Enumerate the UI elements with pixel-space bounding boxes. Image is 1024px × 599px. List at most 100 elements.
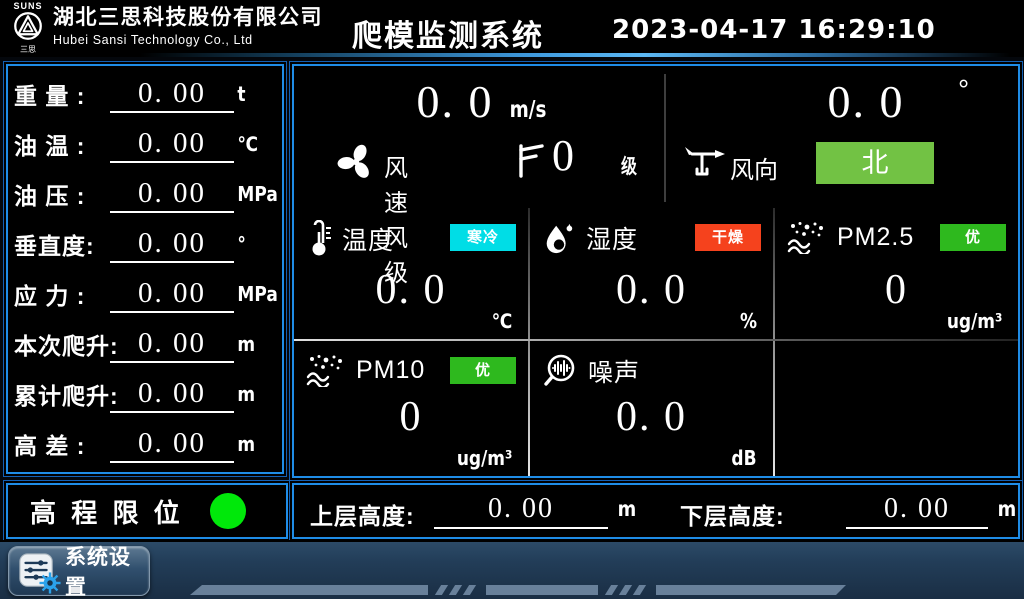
environment-panel: 0. 0 m/s 风速风级 0 级: [292, 64, 1020, 478]
company-logo: SUNS 三思: [6, 1, 50, 55]
taskbar-stripe-slash: [463, 585, 476, 595]
sansi-logo-icon: [13, 11, 43, 41]
lower-height-value: 0. 00: [846, 491, 988, 529]
status-badge: 优: [940, 224, 1006, 251]
status-badge: 干燥: [695, 224, 761, 251]
metric-unit: t: [234, 82, 270, 106]
settings-sliders-gear-icon: [18, 552, 56, 590]
metric-label: 油 压 :: [14, 177, 110, 211]
sensor-cell-pm10: PM10 优 0 ug/m³: [294, 341, 528, 476]
elevation-limit-label: 高 程 限 位: [30, 493, 184, 530]
elevation-limit-indicator: [210, 493, 246, 529]
sensor-header: PM10: [306, 353, 425, 387]
sensor-cell-pm25: PM2.5 优 0 ug/m³: [775, 208, 1018, 339]
taskbar-stripe: [656, 585, 846, 595]
wind-direction-reading-button[interactable]: 北: [816, 142, 934, 184]
wind-speed-value: 0. 0: [416, 76, 493, 128]
metric-label: 油 温 :: [14, 127, 110, 161]
sensor-label: 噪声: [588, 353, 640, 389]
sensor-cell-empty: [775, 341, 1018, 476]
upper-height-label: 上层高度:: [310, 497, 415, 531]
lower-height-label: 下层高度:: [680, 497, 785, 531]
metric-label: 本次爬升:: [14, 327, 110, 361]
sensor-value: 0. 0: [294, 266, 528, 314]
taskbar-stripe: [190, 585, 428, 595]
sensor-header: PM2.5: [787, 220, 914, 254]
sensor-header: 噪声: [542, 353, 640, 389]
sensor-label: PM10: [356, 356, 425, 385]
wind-vane-icon: [684, 142, 726, 182]
elevation-limit-box: 高 程 限 位: [6, 483, 288, 539]
company-name: 湖北三思科技股份有限公司 Hubei Sansi Technology Co.,…: [53, 5, 323, 48]
dust-icon: [787, 220, 827, 254]
fan-icon: [336, 142, 376, 182]
noise-icon: [542, 353, 578, 389]
taskbar-stripe-slash: [435, 585, 448, 595]
header: SUNS 三思 湖北三思科技股份有限公司 Hubei Sansi Technol…: [0, 0, 1024, 57]
sensor-unit: dB: [732, 446, 757, 470]
metric-value: 0. 00: [110, 375, 234, 413]
metric-value: 0. 00: [110, 125, 234, 163]
wind-speed-readout: 0. 0 m/s: [324, 76, 644, 128]
climbing-formwork-monitor-screen: SUNS 三思 湖北三思科技股份有限公司 Hubei Sansi Technol…: [0, 0, 1024, 599]
sensor-value: 0. 0: [530, 393, 773, 441]
taskbar: 系统设置: [0, 540, 1024, 599]
sensor-unit: %: [740, 309, 757, 333]
metric-label: 重 量 :: [14, 77, 110, 111]
lower-height-unit: m: [998, 497, 1017, 521]
settings-button-label: 系统设置: [65, 541, 149, 599]
sensor-label: PM2.5: [837, 223, 914, 252]
metric-row-oil-pressure: 油 压 : 0. 00 MPa: [14, 169, 276, 219]
status-badge: 寒冷: [450, 224, 516, 251]
sensor-value: 0. 0: [530, 266, 773, 314]
sensor-cell-humidity: 湿度 干燥 0. 0 %: [530, 208, 773, 339]
metric-unit: MPa: [234, 182, 270, 206]
wind-direction-section: 0. 0 ° 风向 北: [666, 66, 1018, 208]
company-name-en: Hubei Sansi Technology Co., Ltd: [53, 32, 323, 48]
header-separator: [140, 53, 1010, 57]
sensor-header: 湿度: [542, 220, 638, 256]
sensor-unit: ug/m³: [946, 309, 1002, 333]
metric-row-height-diff: 高 差 : 0. 00 m: [14, 419, 276, 469]
sensor-label: 温度: [342, 221, 394, 257]
sensor-unit: ℃: [491, 309, 512, 333]
sensor-cell-noise: 噪声 0. 0 dB: [530, 341, 773, 476]
metric-unit: MPa: [234, 282, 270, 306]
taskbar-stripe-slash: [633, 585, 646, 595]
metric-unit: °: [234, 232, 270, 256]
metric-value: 0. 00: [110, 225, 234, 263]
logo-bottom-text: 三思: [6, 46, 50, 54]
wind-direction-value: 0. 0: [786, 76, 946, 128]
sensor-header: 温度: [306, 220, 394, 258]
wind-direction-unit: °: [958, 74, 969, 106]
company-name-cn: 湖北三思科技股份有限公司: [53, 5, 323, 30]
status-badge: 优: [450, 357, 516, 384]
metric-label: 垂直度:: [14, 227, 110, 261]
logo-top-text: SUNS: [6, 1, 50, 11]
metric-unit: m: [234, 432, 270, 456]
metric-row-verticality: 垂直度: 0. 00 °: [14, 219, 276, 269]
taskbar-stripe-slash: [619, 585, 632, 595]
sensor-label: 湿度: [586, 220, 638, 256]
metric-unit: m: [234, 332, 270, 356]
metric-value: 0. 00: [110, 425, 234, 463]
taskbar-stripe-slash: [449, 585, 462, 595]
droplet-icon: [542, 220, 576, 256]
wind-direction-label: 风向: [730, 150, 778, 185]
level-heights-box: 上层高度: 0. 00 m 下层高度: 0. 00 m: [292, 483, 1020, 539]
sensor-unit: ug/m³: [456, 446, 512, 470]
taskbar-stripe-slash: [605, 585, 618, 595]
metric-value: 0. 00: [110, 325, 234, 363]
wind-level-unit: 级: [621, 150, 637, 179]
wind-level-value: 0: [552, 128, 574, 184]
datetime-display: 2023-04-17 16:29:10: [612, 15, 936, 45]
metric-unit: ℃: [234, 132, 270, 156]
metric-row-current-climb: 本次爬升: 0. 00 m: [14, 319, 276, 369]
metric-row-oil-temp: 油 温 : 0. 00 ℃: [14, 119, 276, 169]
gear-icon: [39, 572, 61, 594]
metric-value: 0. 00: [110, 75, 234, 113]
metric-value: 0. 00: [110, 175, 234, 213]
thermometer-icon: [306, 220, 332, 258]
metric-row-total-climb: 累计爬升: 0. 00 m: [14, 369, 276, 419]
system-settings-button[interactable]: 系统设置: [8, 546, 150, 596]
